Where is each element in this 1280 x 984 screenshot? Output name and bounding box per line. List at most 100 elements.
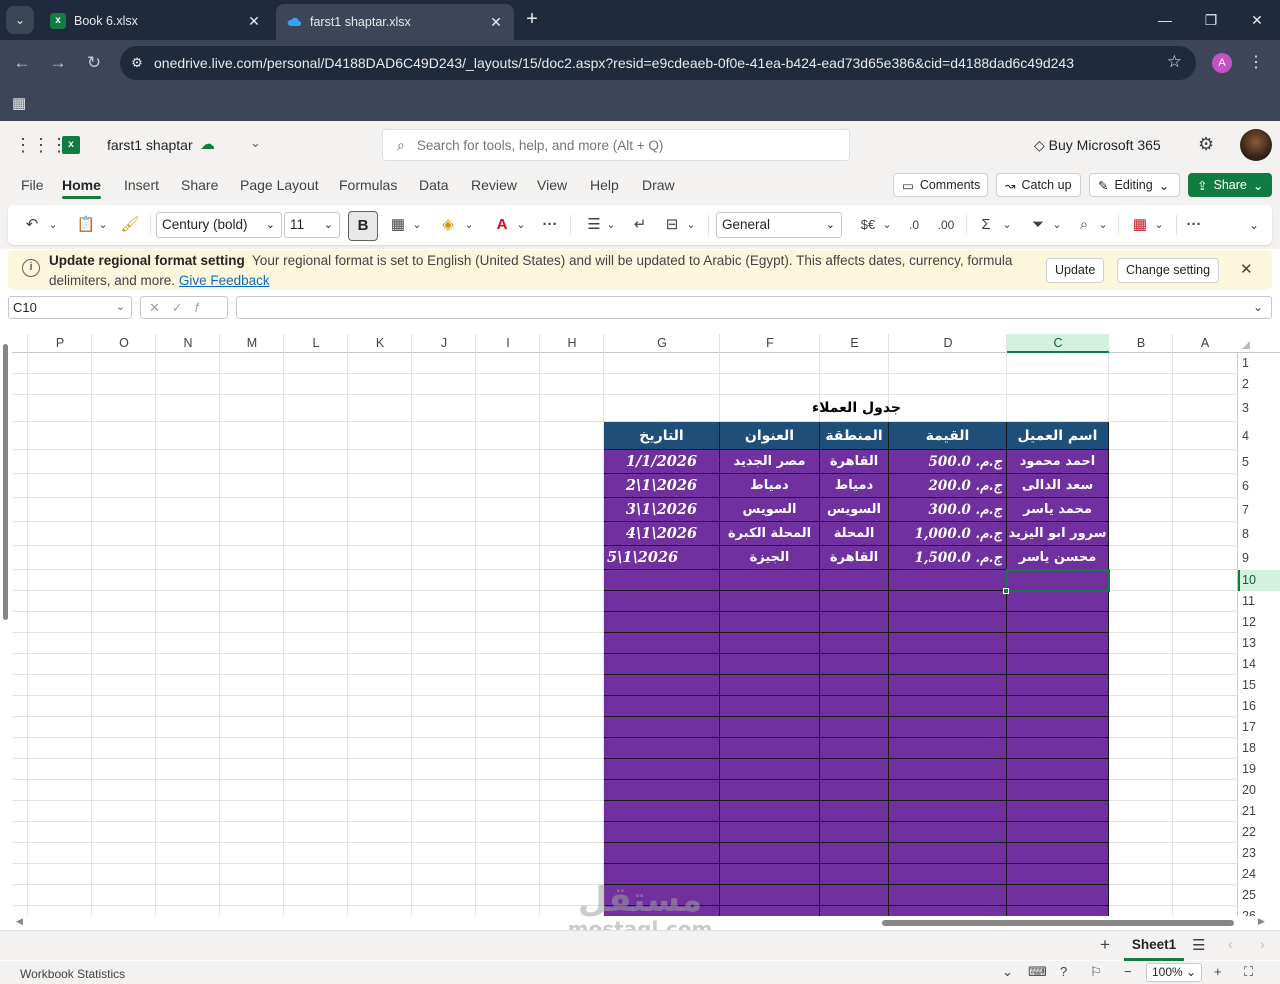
apps-grid-icon[interactable]: ▦ [12, 94, 26, 112]
search-input[interactable] [416, 137, 817, 153]
forward-icon[interactable]: → [46, 51, 70, 75]
table-empty-cell[interactable] [720, 570, 820, 591]
table-cell[interactable]: سرور ابو اليزيد [1007, 522, 1109, 546]
catch-up-button[interactable]: ↝ Catch up [996, 173, 1081, 197]
table-empty-cell[interactable] [889, 801, 1007, 822]
table-empty-cell[interactable] [820, 570, 889, 591]
table-empty-cell[interactable] [1007, 822, 1109, 843]
keyboard-icon[interactable]: ⌨ [1028, 964, 1047, 980]
table-empty-cell[interactable] [1007, 780, 1109, 801]
tab-insert[interactable]: Insert [124, 177, 159, 193]
tab-page-layout[interactable]: Page Layout [240, 177, 319, 193]
close-notice-icon[interactable]: ✕ [1240, 260, 1253, 278]
minimize-icon[interactable]: — [1142, 0, 1188, 40]
table-empty-cell[interactable] [889, 780, 1007, 801]
tab-help[interactable]: Help [590, 177, 619, 193]
autosum-chevron-icon[interactable]: ⌄ [1000, 213, 1014, 237]
table-empty-cell[interactable] [820, 801, 889, 822]
reload-icon[interactable]: ↻ [82, 51, 106, 75]
browser-menu-icon[interactable]: ⋮ [1248, 52, 1264, 72]
table-empty-cell[interactable] [820, 696, 889, 717]
table-empty-cell[interactable] [889, 843, 1007, 864]
row-header-6[interactable]: 6 [1238, 474, 1280, 498]
table-cell[interactable]: 2\1\2026 [604, 474, 720, 498]
table-empty-cell[interactable] [604, 759, 720, 780]
bookmark-star-icon[interactable]: ☆ [1167, 52, 1182, 72]
table-empty-cell[interactable] [604, 843, 720, 864]
zoom-select[interactable]: 100% ⌄ [1146, 963, 1202, 982]
table-empty-cell[interactable] [820, 759, 889, 780]
table-cell[interactable]: ج.م. 500.0 [889, 450, 1007, 474]
merge-chevron-icon[interactable]: ⌄ [684, 213, 698, 237]
tab-draw[interactable]: Draw [642, 177, 675, 193]
autosum-icon[interactable]: Σ [974, 213, 998, 237]
table-cell[interactable]: ج.م. 300.0 [889, 498, 1007, 522]
fill-color-icon[interactable]: ◈ [436, 213, 460, 237]
scroll-right-icon[interactable]: ▶ [1258, 916, 1265, 927]
tab-close-icon[interactable]: ✕ [246, 13, 262, 30]
row-header-8[interactable]: 8 [1238, 522, 1280, 546]
next-sheet-icon[interactable]: › [1260, 936, 1265, 952]
table-empty-cell[interactable] [720, 591, 820, 612]
row-header-20[interactable]: 20 [1238, 780, 1280, 801]
tab-view[interactable]: View [537, 177, 567, 193]
table-empty-cell[interactable] [720, 822, 820, 843]
column-header-e[interactable]: E [820, 334, 889, 353]
table-empty-cell[interactable] [820, 675, 889, 696]
table-empty-cell[interactable] [1007, 843, 1109, 864]
sort-chevron-icon[interactable]: ⌄ [1050, 213, 1064, 237]
new-tab-button[interactable]: + [520, 8, 544, 32]
column-header-d[interactable]: D [889, 334, 1007, 353]
search-box[interactable]: ⌕ [382, 129, 850, 161]
row-header-16[interactable]: 16 [1238, 696, 1280, 717]
table-empty-cell[interactable] [1007, 738, 1109, 759]
row-header-17[interactable]: 17 [1238, 717, 1280, 738]
all-sheets-icon[interactable]: ☰ [1192, 936, 1205, 954]
row-header-1[interactable]: 1 [1238, 353, 1280, 374]
horizontal-scroll-thumb[interactable] [882, 920, 1234, 926]
table-empty-cell[interactable] [1007, 654, 1109, 675]
tab-search-chevron-icon[interactable]: ⌄ [6, 6, 34, 34]
fill-chevron-icon[interactable]: ⌄ [462, 213, 476, 237]
excel-logo-icon[interactable]: x [62, 136, 80, 154]
table-cell[interactable]: ج.م. 1,000.0 [889, 522, 1007, 546]
doc-menu-chevron-icon[interactable]: ⌄ [250, 135, 261, 151]
table-empty-cell[interactable] [1007, 717, 1109, 738]
number-format-select[interactable]: General ⌄ [716, 212, 842, 238]
align-chevron-icon[interactable]: ⌄ [604, 213, 618, 237]
sheet-tab-sheet1[interactable]: Sheet1 [1124, 931, 1184, 961]
table-empty-cell[interactable] [720, 633, 820, 654]
font-color-chevron-icon[interactable]: ⌄ [514, 213, 528, 237]
column-header-b[interactable]: B [1109, 334, 1173, 353]
fill-handle[interactable] [1003, 588, 1009, 594]
column-header-g[interactable]: G [604, 334, 720, 353]
table-empty-cell[interactable] [820, 591, 889, 612]
align-icon[interactable]: ☰ [582, 213, 606, 237]
table-cell[interactable]: دمياط [820, 474, 889, 498]
row-header-25[interactable]: 25 [1238, 885, 1280, 906]
table-header-f[interactable]: العنوان [720, 422, 820, 450]
table-empty-cell[interactable] [1007, 591, 1109, 612]
sort-filter-icon[interactable]: ⏷ [1026, 213, 1050, 237]
table-empty-cell[interactable] [820, 717, 889, 738]
row-header-18[interactable]: 18 [1238, 738, 1280, 759]
url-omnibox[interactable]: ⚙ onedrive.live.com/personal/D4188DAD6C4… [120, 46, 1196, 80]
undo-chevron-icon[interactable]: ⌄ [46, 213, 60, 237]
font-size-select[interactable]: 11 ⌄ [284, 212, 340, 238]
table-empty-cell[interactable] [720, 654, 820, 675]
table-empty-cell[interactable] [720, 885, 820, 906]
table-cell[interactable]: احمد محمود [1007, 450, 1109, 474]
tab-close-icon[interactable]: ✕ [488, 14, 504, 31]
table-empty-cell[interactable] [889, 864, 1007, 885]
table-empty-cell[interactable] [820, 822, 889, 843]
currency-format-icon[interactable]: $€ [856, 213, 880, 237]
row-header-14[interactable]: 14 [1238, 654, 1280, 675]
table-empty-cell[interactable] [820, 780, 889, 801]
table-cell[interactable]: القاهرة [820, 450, 889, 474]
column-header-f[interactable]: F [720, 334, 820, 353]
table-empty-cell[interactable] [1007, 906, 1109, 916]
table-empty-cell[interactable] [820, 906, 889, 916]
column-header-h[interactable]: H [540, 334, 604, 353]
borders-chevron-icon[interactable]: ⌄ [410, 213, 424, 237]
help-icon[interactable]: ? [1060, 964, 1067, 979]
